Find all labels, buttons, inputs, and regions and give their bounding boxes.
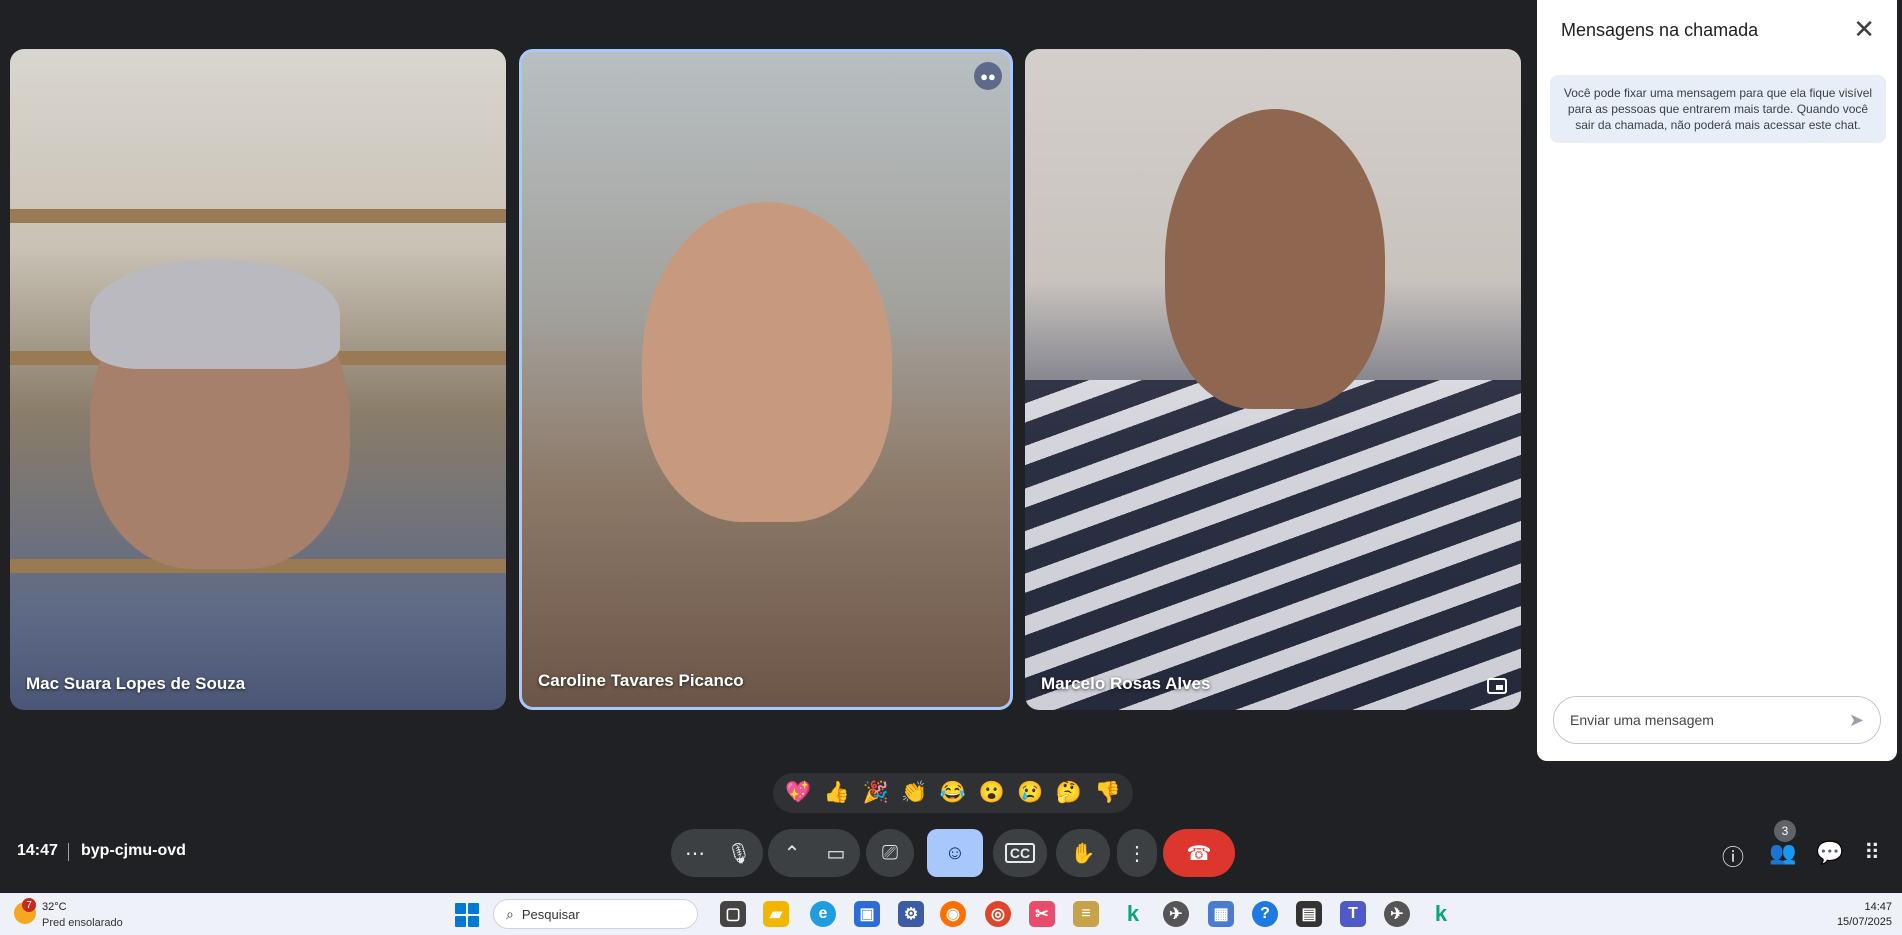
meeting-code: byp-cjmu-ovd bbox=[81, 842, 186, 859]
apps-grid-icon[interactable]: ⠿ bbox=[1864, 840, 1880, 866]
audio-options-icon[interactable]: ⋯ bbox=[673, 841, 717, 866]
meeting-time: 14:47 bbox=[17, 842, 58, 859]
captions-icon: CC bbox=[1004, 843, 1036, 863]
send-icon[interactable]: ➤ bbox=[1849, 710, 1864, 731]
chat-info-note: Você pode fixar uma mensagem para que el… bbox=[1550, 75, 1886, 143]
network-app-icon[interactable]: ⚙ bbox=[898, 901, 924, 927]
stack-app-icon[interactable]: ≡ bbox=[1073, 901, 1099, 927]
emoji-icon: ☺ bbox=[944, 841, 966, 864]
picture-in-picture-icon[interactable] bbox=[1487, 678, 1507, 694]
weather-temperature: 32°C bbox=[42, 901, 67, 913]
reaction-heart[interactable]: 💖 bbox=[785, 781, 811, 805]
task-view-icon[interactable]: ▢ bbox=[720, 901, 746, 927]
app-icon[interactable]: ✈ bbox=[1163, 901, 1189, 927]
reaction-thinking[interactable]: 🤔 bbox=[1056, 781, 1082, 805]
hand-icon: ✋ bbox=[1070, 842, 1096, 865]
chrome-icon[interactable]: ◎ bbox=[985, 901, 1011, 927]
reactions-button[interactable]: ☺ bbox=[927, 829, 983, 877]
participant-name: Mac Suara Lopes de Souza bbox=[26, 674, 246, 693]
phone-hangup-icon: ☎ bbox=[1186, 842, 1212, 865]
people-icon[interactable]: 👥 bbox=[1769, 840, 1796, 866]
edge-browser-icon[interactable]: e bbox=[810, 901, 836, 927]
chat-message-input[interactable] bbox=[1570, 712, 1849, 728]
participant-name: Caroline Tavares Picanco bbox=[538, 671, 744, 690]
windows-taskbar: 7 32°C Pred ensolarado ⌕ Pesquisar ▢ ▰ e… bbox=[0, 893, 1902, 935]
more-vertical-icon: ⋮ bbox=[1127, 842, 1147, 865]
camera-control-group: ⌃ ▭ bbox=[768, 829, 860, 877]
more-options-button[interactable]: ⋮ bbox=[1117, 829, 1157, 877]
close-icon[interactable]: ✕ bbox=[1853, 16, 1875, 42]
speaking-indicator-icon: ●● bbox=[974, 62, 1002, 90]
file-explorer-icon[interactable]: ▰ bbox=[763, 901, 789, 927]
people-count-badge: 3 bbox=[1774, 820, 1796, 842]
k-app-icon[interactable]: k bbox=[1120, 901, 1146, 927]
search-placeholder: Pesquisar bbox=[521, 906, 580, 922]
reaction-thumbs-down[interactable]: 👎 bbox=[1095, 781, 1121, 805]
chat-panel: Mensagens na chamada ✕ Você pode fixar u… bbox=[1537, 0, 1897, 761]
participant-hair bbox=[90, 259, 340, 369]
chat-icon[interactable]: 💬 bbox=[1816, 840, 1843, 866]
reaction-laugh[interactable]: 😂 bbox=[940, 781, 966, 805]
end-call-button[interactable]: ☎ bbox=[1163, 829, 1235, 877]
reaction-thumbs-up[interactable]: 👍 bbox=[824, 781, 850, 805]
reaction-clap[interactable]: 👏 bbox=[901, 781, 927, 805]
reaction-sad[interactable]: 😢 bbox=[1017, 781, 1043, 805]
mic-control-group: ⋯ 🎙 bbox=[671, 829, 763, 877]
video-tile-mac[interactable]: Mac Suara Lopes de Souza bbox=[10, 49, 506, 710]
help-icon[interactable]: ? bbox=[1252, 901, 1278, 927]
chat-title: Mensagens na chamada bbox=[1561, 20, 1759, 40]
participant-face bbox=[1165, 109, 1385, 409]
clock-time: 14:47 bbox=[1864, 901, 1892, 913]
participant-face bbox=[642, 202, 892, 522]
reaction-party[interactable]: 🎉 bbox=[863, 781, 889, 805]
microphone-icon[interactable]: 🎙 bbox=[717, 841, 761, 866]
firefox-icon[interactable]: ◉ bbox=[940, 901, 966, 927]
captions-button[interactable]: CC bbox=[993, 829, 1047, 877]
clock-date: 15/07/2025 bbox=[1836, 916, 1892, 928]
divider bbox=[68, 843, 69, 861]
k-app-icon[interactable]: k bbox=[1428, 901, 1454, 927]
microsoft-store-icon[interactable]: ▣ bbox=[854, 901, 880, 927]
snipping-tool-icon[interactable]: ✂ bbox=[1029, 901, 1055, 927]
search-icon: ⌕ bbox=[506, 905, 514, 922]
calculator-icon[interactable]: ▦ bbox=[1208, 901, 1234, 927]
system-clock[interactable]: 14:47 15/07/2025 bbox=[1837, 900, 1892, 930]
reaction-surprised[interactable]: 😮 bbox=[979, 781, 1005, 805]
windows-start-icon[interactable] bbox=[455, 903, 479, 927]
bookshelf bbox=[10, 209, 506, 223]
raise-hand-button[interactable]: ✋ bbox=[1056, 829, 1110, 877]
video-tile-marcelo[interactable]: Marcelo Rosas Alves bbox=[1025, 49, 1521, 710]
participant-name: Marcelo Rosas Alves bbox=[1041, 674, 1211, 693]
striped-shirt bbox=[1025, 380, 1521, 710]
reactions-bar: 💖 👍 🎉 👏 😂 😮 😢 🤔 👎 bbox=[773, 773, 1133, 813]
app-icon[interactable]: ✈ bbox=[1384, 901, 1410, 927]
teams-icon[interactable]: T bbox=[1340, 901, 1366, 927]
info-icon[interactable]: ⓘ bbox=[1722, 840, 1744, 872]
camera-icon[interactable]: ▭ bbox=[814, 841, 858, 866]
chat-input-box: ➤ bbox=[1553, 696, 1881, 744]
sticky-notes-icon[interactable]: ▤ bbox=[1296, 901, 1322, 927]
weather-alert-badge: 7 bbox=[22, 898, 36, 912]
weather-description: Pred ensolarado bbox=[42, 917, 123, 929]
present-screen-icon: ⎚ bbox=[882, 841, 898, 864]
present-screen-button[interactable]: ⎚ bbox=[866, 829, 914, 877]
taskbar-search[interactable]: ⌕ Pesquisar bbox=[493, 899, 698, 929]
chevron-up-icon[interactable]: ⌃ bbox=[770, 841, 814, 866]
video-tile-caroline[interactable]: ●● Caroline Tavares Picanco bbox=[519, 49, 1013, 710]
